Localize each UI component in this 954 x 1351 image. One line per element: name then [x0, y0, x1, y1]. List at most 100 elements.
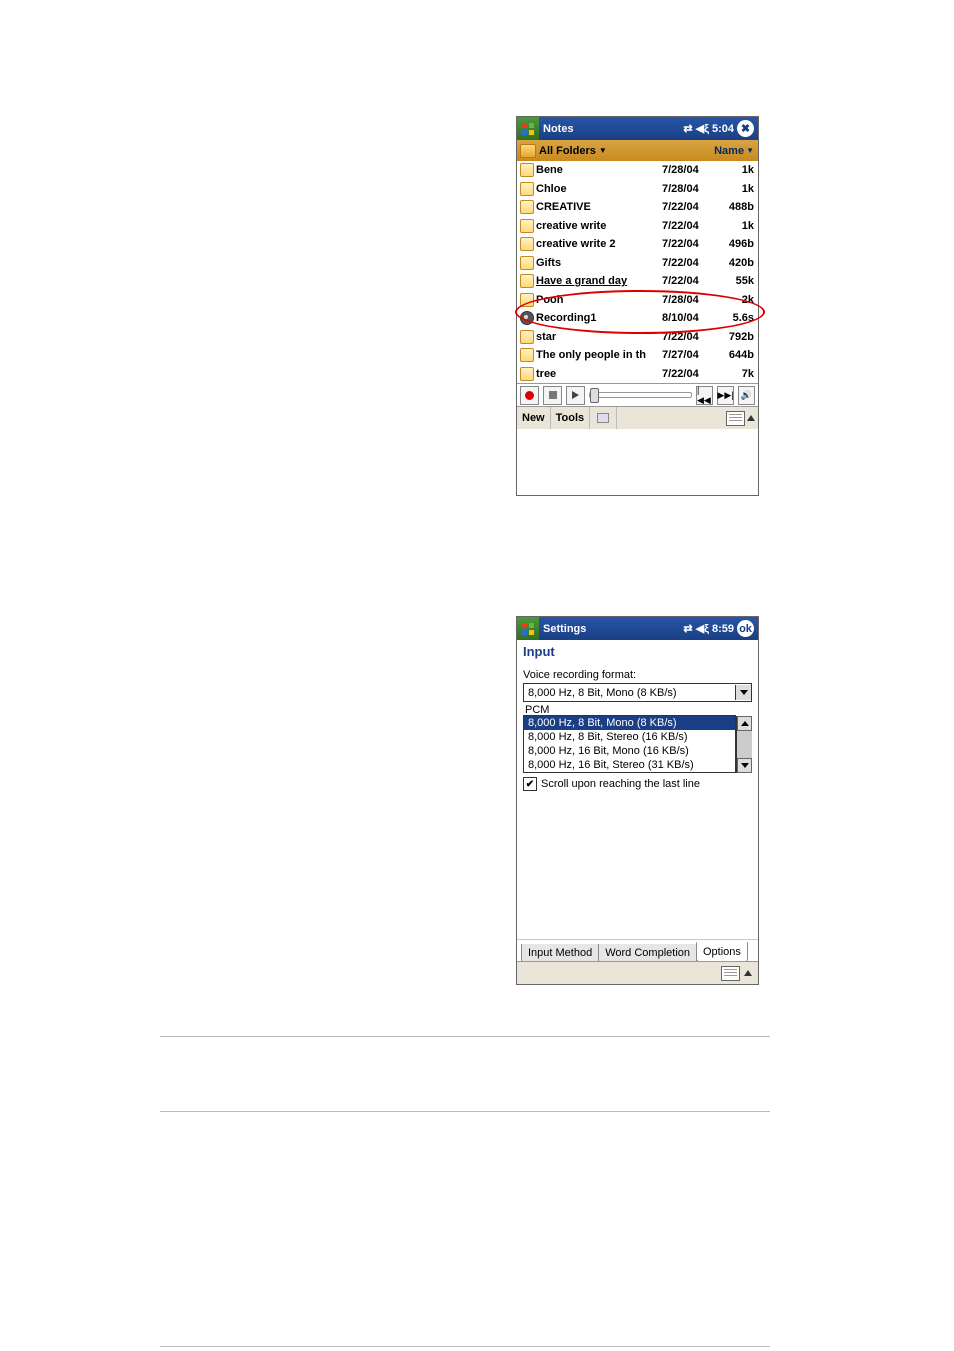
windows-flag-icon: [520, 121, 536, 137]
record-button[interactable]: [520, 386, 539, 405]
recording-icon: [520, 311, 536, 325]
format-option[interactable]: 8,000 Hz, 16 Bit, Mono (16 KB/s): [524, 744, 735, 758]
stop-button[interactable]: [543, 386, 562, 405]
menu-new[interactable]: New: [517, 407, 551, 429]
record-toolbar-icon: [597, 413, 609, 423]
tab[interactable]: Options: [696, 942, 748, 962]
item-name: tree: [536, 368, 662, 380]
menu-tools-label: Tools: [556, 412, 585, 424]
sip-keyboard-icon[interactable]: [721, 966, 740, 981]
item-size: 644b: [718, 349, 758, 361]
item-date: 7/22/04: [662, 368, 718, 380]
titlebar-icons: ⇄ ◀ξ 5:04 ✖: [683, 120, 754, 137]
sort-selector[interactable]: Name ▼: [714, 145, 754, 157]
combo-value: 8,000 Hz, 8 Bit, Mono (8 KB/s): [524, 687, 735, 699]
start-button[interactable]: [517, 617, 539, 640]
note-icon: [520, 182, 536, 196]
format-label: Voice recording format:: [523, 669, 752, 681]
scroll-down-icon[interactable]: [737, 758, 752, 773]
menu-bar: New Tools: [517, 406, 758, 429]
play-button[interactable]: [566, 386, 585, 405]
sip-keyboard-icon[interactable]: [726, 411, 745, 426]
list-item[interactable]: star7/22/04792b: [517, 328, 758, 347]
window-title: Notes: [543, 123, 683, 135]
item-size: 496b: [718, 238, 758, 250]
folder-icon: [520, 144, 536, 158]
clock-text[interactable]: 8:59: [712, 623, 734, 635]
note-icon: [520, 330, 536, 344]
separator-line: [160, 1346, 770, 1347]
page: Notes ⇄ ◀ξ 5:04 ✖ All Folders ▼ Name ▼ B…: [0, 0, 954, 1351]
format-option[interactable]: 8,000 Hz, 8 Bit, Mono (8 KB/s): [524, 716, 735, 730]
settings-window: Settings ⇄ ◀ξ 8:59 ok Input Voice record…: [516, 616, 759, 985]
note-icon: [520, 348, 536, 362]
item-date: 7/22/04: [662, 275, 718, 287]
list-item[interactable]: CREATIVE7/22/04488b: [517, 198, 758, 217]
format-combo[interactable]: 8,000 Hz, 8 Bit, Mono (8 KB/s): [523, 683, 752, 702]
speaker-icon[interactable]: ◀ξ: [696, 122, 709, 135]
menu-new-label: New: [522, 412, 545, 424]
page-title: Input: [523, 644, 752, 659]
slider-thumb[interactable]: [590, 388, 599, 403]
item-size: 5.6s: [718, 312, 758, 324]
format-group-label: PCM: [523, 702, 752, 716]
item-date: 7/28/04: [662, 183, 718, 195]
item-date: 7/22/04: [662, 220, 718, 232]
ok-button[interactable]: ok: [737, 620, 754, 637]
close-icon: ✖: [741, 122, 750, 135]
list-item[interactable]: creative write7/22/041k: [517, 217, 758, 236]
item-size: 1k: [718, 164, 758, 176]
volume-button[interactable]: 🔊: [738, 386, 755, 405]
format-option[interactable]: 8,000 Hz, 8 Bit, Stereo (16 KB/s): [524, 730, 735, 744]
note-icon: [520, 200, 536, 214]
prev-button[interactable]: |◀◀: [696, 386, 713, 405]
note-icon: [520, 256, 536, 270]
item-name: CREATIVE: [536, 201, 662, 213]
menu-tools[interactable]: Tools: [551, 407, 591, 429]
item-size: 7k: [718, 368, 758, 380]
list-item[interactable]: creative write 27/22/04496b: [517, 235, 758, 254]
clock-text[interactable]: 5:04: [712, 123, 734, 135]
item-size: 55k: [718, 275, 758, 287]
next-button[interactable]: ▶▶|: [717, 386, 734, 405]
close-button[interactable]: ✖: [737, 120, 754, 137]
list-item[interactable]: The only people in th7/27/04644b: [517, 346, 758, 365]
folder-selector[interactable]: All Folders ▼: [520, 144, 714, 158]
item-size: 420b: [718, 257, 758, 269]
speaker-icon[interactable]: ◀ξ: [696, 622, 709, 635]
item-name: star: [536, 331, 662, 343]
combo-down-icon[interactable]: [735, 685, 751, 700]
list-item[interactable]: Bene7/28/041k: [517, 161, 758, 180]
format-option[interactable]: 8,000 Hz, 16 Bit, Stereo (31 KB/s): [524, 758, 735, 772]
scroll-up-icon[interactable]: [737, 716, 752, 731]
start-button[interactable]: [517, 117, 539, 140]
list-item[interactable]: Recording18/10/045.6s: [517, 309, 758, 328]
notes-header: All Folders ▼ Name ▼: [517, 140, 758, 161]
sip-up-icon[interactable]: [747, 415, 755, 421]
menu-bar: [517, 961, 758, 984]
connectivity-icon[interactable]: ⇄: [683, 122, 692, 135]
seek-slider[interactable]: [589, 392, 692, 398]
connectivity-icon[interactable]: ⇄: [683, 622, 692, 635]
sip-up-icon[interactable]: [744, 970, 752, 976]
list-item[interactable]: Chloe7/28/041k: [517, 180, 758, 199]
item-date: 7/22/04: [662, 201, 718, 213]
scroll-checkbox-row[interactable]: ✔ Scroll upon reaching the last line: [523, 777, 752, 791]
format-listbox: 8,000 Hz, 8 Bit, Mono (8 KB/s)8,000 Hz, …: [523, 716, 752, 773]
format-options[interactable]: 8,000 Hz, 8 Bit, Mono (8 KB/s)8,000 Hz, …: [523, 715, 736, 773]
checkbox-icon[interactable]: ✔: [523, 777, 537, 791]
listbox-scrollbar[interactable]: [736, 716, 752, 773]
scroll-track[interactable]: [737, 731, 752, 758]
item-name: The only people in th: [536, 349, 662, 361]
note-icon: [520, 237, 536, 251]
list-item[interactable]: Have a grand day7/22/0455k: [517, 272, 758, 291]
windows-flag-icon: [520, 621, 536, 637]
item-name: Chloe: [536, 183, 662, 195]
player-bar: |◀◀ ▶▶| 🔊: [517, 383, 758, 406]
menu-extra[interactable]: [590, 407, 617, 429]
list-item[interactable]: tree7/22/047k: [517, 365, 758, 384]
note-icon: [520, 367, 536, 381]
notes-window: Notes ⇄ ◀ξ 5:04 ✖ All Folders ▼ Name ▼ B…: [516, 116, 759, 496]
list-item[interactable]: Pooh7/28/042k: [517, 291, 758, 310]
list-item[interactable]: Gifts7/22/04420b: [517, 254, 758, 273]
